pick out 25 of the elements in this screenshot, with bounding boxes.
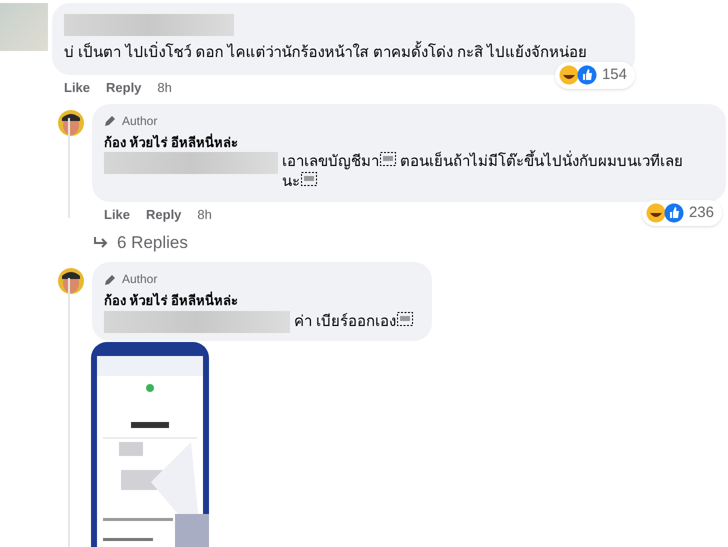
like-link[interactable]: Like [104,205,130,225]
author-label: Author [122,271,158,288]
reply-link[interactable]: Reply [106,78,142,98]
reaction-count: 236 [688,202,715,222]
pen-icon [104,114,117,127]
avatar-icon [58,110,84,136]
reaction-summary[interactable]: 236 [642,200,722,226]
reply-arrow-icon [93,236,109,250]
like-link[interactable]: Like [64,78,90,98]
comment-time: 8h [157,78,172,97]
author-label: Author [122,112,158,130]
comment-time: 8h [197,206,212,224]
thumbs-up-icon [664,202,684,223]
avatar-blur [0,3,48,51]
commenter-name[interactable]: ก้อง ห้วยไร่ อีหลีหนี่หล่ะ [104,291,420,310]
avatar-icon [58,268,84,294]
thumbs-up-icon [576,65,597,86]
reaction-count: 154 [602,65,628,85]
reply-link[interactable]: Reply [146,205,182,225]
laughing-emoji-icon [558,65,579,86]
pen-icon [104,272,117,286]
view-replies-link[interactable]: 6 Replies [93,232,726,254]
comment-text: ค่า เบียร์ออกเอง [294,312,414,330]
laughing-emoji-icon [646,202,666,223]
reaction-summary[interactable]: 154 [554,62,635,88]
